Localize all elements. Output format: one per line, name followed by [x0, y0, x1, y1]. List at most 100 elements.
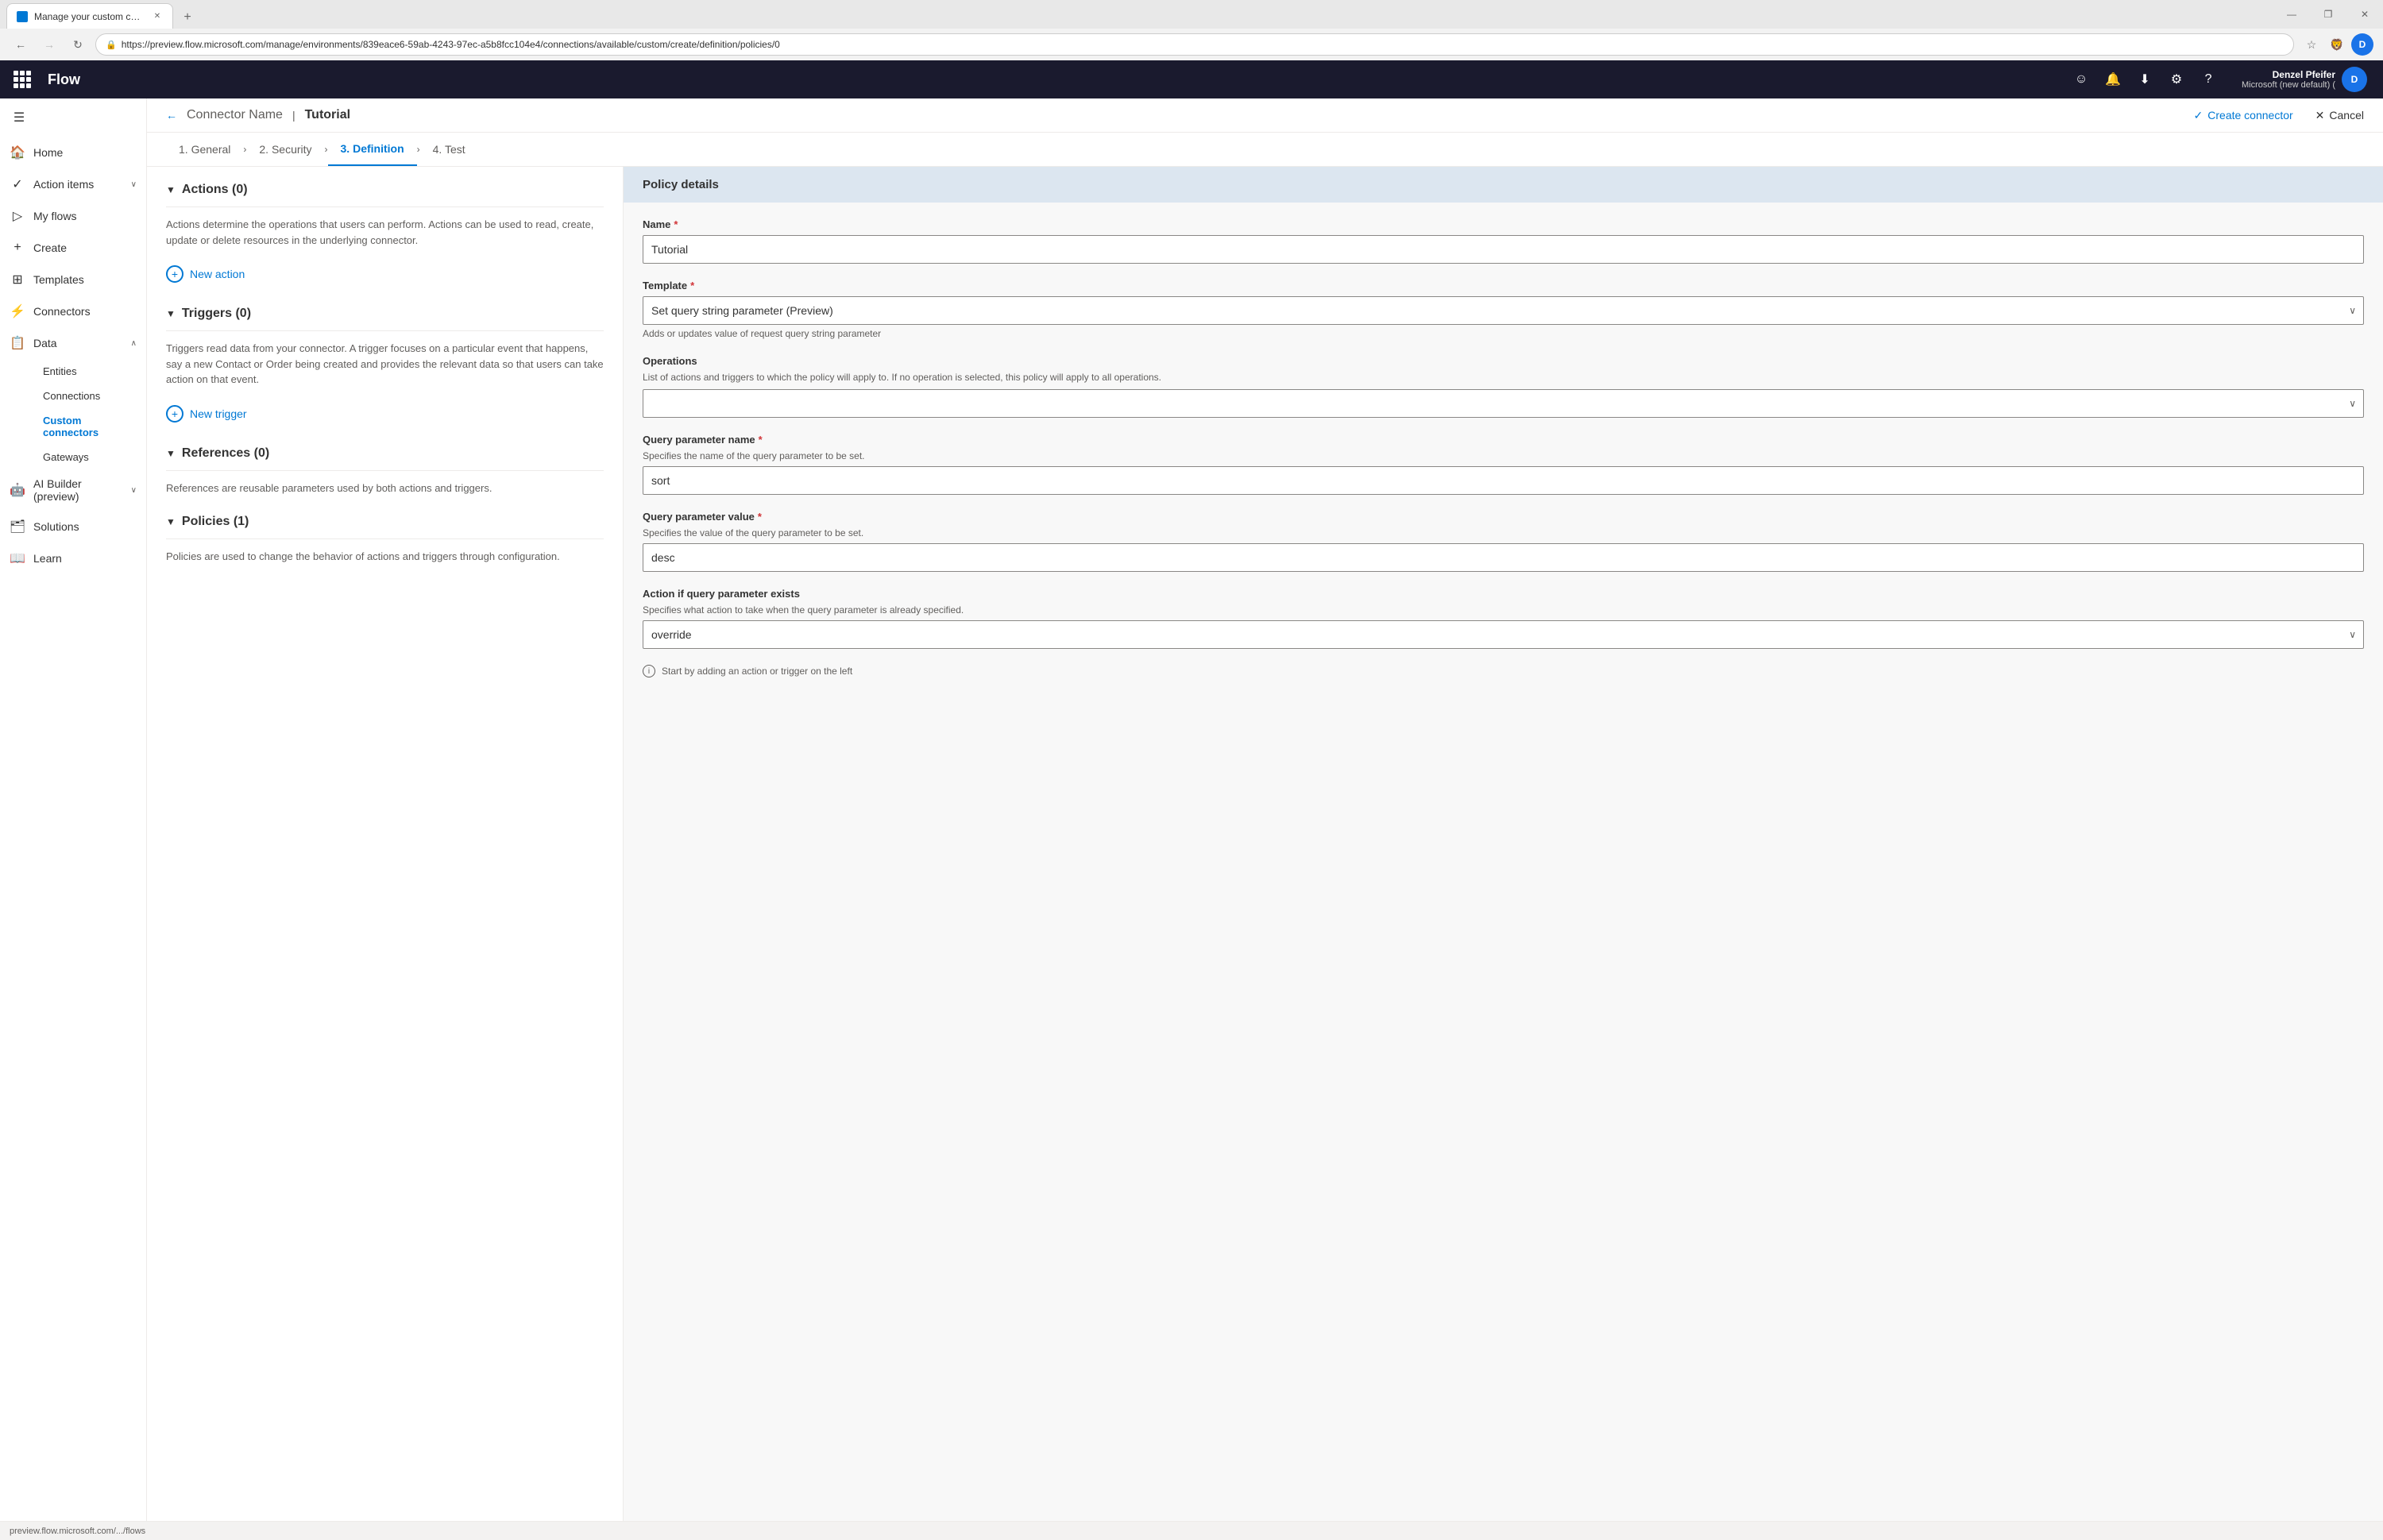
forward-button[interactable]: →: [38, 33, 60, 56]
operations-form-group: Operations List of actions and triggers …: [643, 355, 2364, 418]
waffle-dot: [26, 83, 31, 88]
sidebar-item-gateways[interactable]: Gateways: [33, 445, 146, 469]
create-connector-button[interactable]: ✓ Create connector: [2194, 109, 2293, 122]
profile-button[interactable]: D: [2351, 33, 2373, 56]
action-if-exists-select[interactable]: override: [643, 620, 2364, 649]
sidebar-item-templates[interactable]: ⊞ Templates: [0, 264, 146, 295]
actions-collapse-icon[interactable]: ▼: [166, 184, 176, 195]
step-general[interactable]: 1. General: [166, 133, 243, 165]
new-trigger-button[interactable]: + New trigger: [166, 400, 604, 427]
cancel-button[interactable]: ✕ Cancel: [2315, 109, 2364, 122]
settings-button[interactable]: ⚙: [2162, 65, 2191, 94]
step-definition[interactable]: 3. Definition: [328, 133, 417, 166]
help-button[interactable]: ?: [2194, 65, 2223, 94]
new-action-plus-icon: +: [166, 265, 183, 283]
my-flows-icon: ▷: [10, 208, 25, 224]
data-submenu: Entities Connections Custom connectors G…: [0, 359, 146, 469]
actions-section-title: Actions (0): [182, 183, 248, 197]
learn-icon: 📖: [10, 550, 25, 566]
left-panel: ▼ Actions (0) Actions determine the oper…: [147, 167, 624, 1521]
sidebar-item-create[interactable]: + Create: [0, 232, 146, 264]
new-trigger-plus-icon: +: [166, 405, 183, 423]
url-bar[interactable]: 🔒 https://preview.flow.microsoft.com/man…: [95, 33, 2294, 56]
back-arrow-icon: ←: [166, 109, 177, 122]
step-test[interactable]: 4. Test: [420, 133, 478, 165]
policies-collapse-icon[interactable]: ▼: [166, 516, 176, 527]
template-select[interactable]: Set query string parameter (Preview): [643, 296, 2364, 325]
status-bar-text: preview.flow.microsoft.com/.../flows: [10, 1526, 145, 1536]
step-security[interactable]: 2. Security: [246, 133, 324, 165]
app-header: Flow ☺ 🔔 ⬇ ⚙ ? Denzel Pfeifer Microsoft …: [0, 60, 2383, 98]
policy-details-header: Policy details: [624, 167, 2383, 203]
browser-actions: ☆ 🦁 D: [2300, 33, 2373, 56]
brave-icon[interactable]: 🦁: [2326, 33, 2348, 56]
minimize-button[interactable]: —: [2273, 0, 2310, 29]
tab-close-btn[interactable]: ✕: [152, 11, 163, 22]
user-avatar: D: [2342, 67, 2367, 92]
step-general-label: 1. General: [179, 143, 230, 156]
sidebar-label-connectors: Connectors: [33, 305, 137, 318]
create-icon: +: [10, 240, 25, 256]
bookmark-button[interactable]: ☆: [2300, 33, 2323, 56]
sidebar: ☰ 🏠 Home ✓ Action items ∨ ▷ My flows + C…: [0, 98, 147, 1521]
sidebar-item-action-items[interactable]: ✓ Action items ∨: [0, 168, 146, 200]
sidebar-item-solutions[interactable]: 🗂 Solutions: [0, 511, 146, 542]
sidebar-item-connections[interactable]: Connections: [33, 384, 146, 408]
query-param-name-input[interactable]: [643, 466, 2364, 495]
sidebar-label-data: Data: [33, 337, 123, 349]
waffle-dot: [14, 71, 18, 75]
back-button[interactable]: ←: [10, 33, 32, 56]
triggers-collapse-icon[interactable]: ▼: [166, 308, 176, 319]
policies-section: ▼ Policies (1) Policies are used to chan…: [166, 515, 604, 565]
query-param-name-hint: Specifies the name of the query paramete…: [643, 450, 2364, 461]
active-tab[interactable]: Manage your custom connectors ✕: [6, 3, 173, 29]
download-button[interactable]: ⬇: [2130, 65, 2159, 94]
connectors-icon: ⚡: [10, 303, 25, 319]
sidebar-hamburger-button[interactable]: ☰: [3, 102, 35, 133]
query-param-name-required-star: *: [759, 434, 763, 446]
cancel-x-icon: ✕: [2315, 109, 2325, 122]
sidebar-item-my-flows[interactable]: ▷ My flows: [0, 200, 146, 232]
references-collapse-icon[interactable]: ▼: [166, 448, 176, 459]
user-name: Denzel Pfeifer: [2242, 69, 2335, 80]
user-profile[interactable]: Denzel Pfeifer Microsoft (new default) (…: [2235, 64, 2373, 95]
triggers-section-header: ▼ Triggers (0): [166, 307, 604, 331]
waffle-menu-button[interactable]: [10, 67, 35, 92]
references-description: References are reusable parameters used …: [166, 481, 604, 496]
notification-button[interactable]: 🔔: [2099, 65, 2127, 94]
refresh-button[interactable]: ↻: [67, 33, 89, 56]
sidebar-label-learn: Learn: [33, 552, 137, 565]
sidebar-item-entities[interactable]: Entities: [33, 359, 146, 384]
window-controls: — ❐ ✕: [2273, 0, 2383, 29]
sidebar-label-action-items: Action items: [33, 178, 123, 191]
query-param-value-input[interactable]: [643, 543, 2364, 572]
operations-select[interactable]: [643, 389, 2364, 418]
sidebar-item-ai-builder[interactable]: 🤖 AI Builder (preview) ∨: [0, 469, 146, 511]
maximize-button[interactable]: ❐: [2310, 0, 2346, 29]
sidebar-label-my-flows: My flows: [33, 210, 137, 222]
sidebar-item-connectors[interactable]: ⚡ Connectors: [0, 295, 146, 327]
sidebar-item-custom-connectors[interactable]: Custom connectors: [33, 408, 146, 445]
app-title: Flow: [48, 71, 80, 88]
triggers-section: ▼ Triggers (0) Triggers read data from y…: [166, 307, 604, 427]
sidebar-item-data[interactable]: 📋 Data ∧: [0, 327, 146, 359]
template-label: Template *: [643, 280, 2364, 291]
name-input[interactable]: [643, 235, 2364, 264]
waffle-dot: [26, 71, 31, 75]
new-tab-button[interactable]: +: [176, 6, 199, 29]
back-button[interactable]: ←: [166, 109, 177, 122]
sidebar-item-home[interactable]: 🏠 Home: [0, 137, 146, 168]
template-form-group: Template * Set query string parameter (P…: [643, 280, 2364, 339]
template-required-star: *: [690, 280, 694, 291]
query-param-value-label: Query parameter value *: [643, 511, 2364, 523]
new-action-button[interactable]: + New action: [166, 261, 604, 288]
ai-builder-chevron-icon: ∨: [131, 486, 137, 495]
query-param-name-form-group: Query parameter name * Specifies the nam…: [643, 434, 2364, 495]
close-button[interactable]: ✕: [2346, 0, 2383, 29]
sidebar-label-solutions: Solutions: [33, 520, 137, 533]
start-hint: i Start by adding an action or trigger o…: [643, 665, 2364, 677]
template-description: Adds or updates value of request query s…: [643, 328, 2364, 339]
references-section: ▼ References (0) References are reusable…: [166, 446, 604, 496]
emoji-button[interactable]: ☺: [2067, 65, 2095, 94]
sidebar-item-learn[interactable]: 📖 Learn: [0, 542, 146, 574]
